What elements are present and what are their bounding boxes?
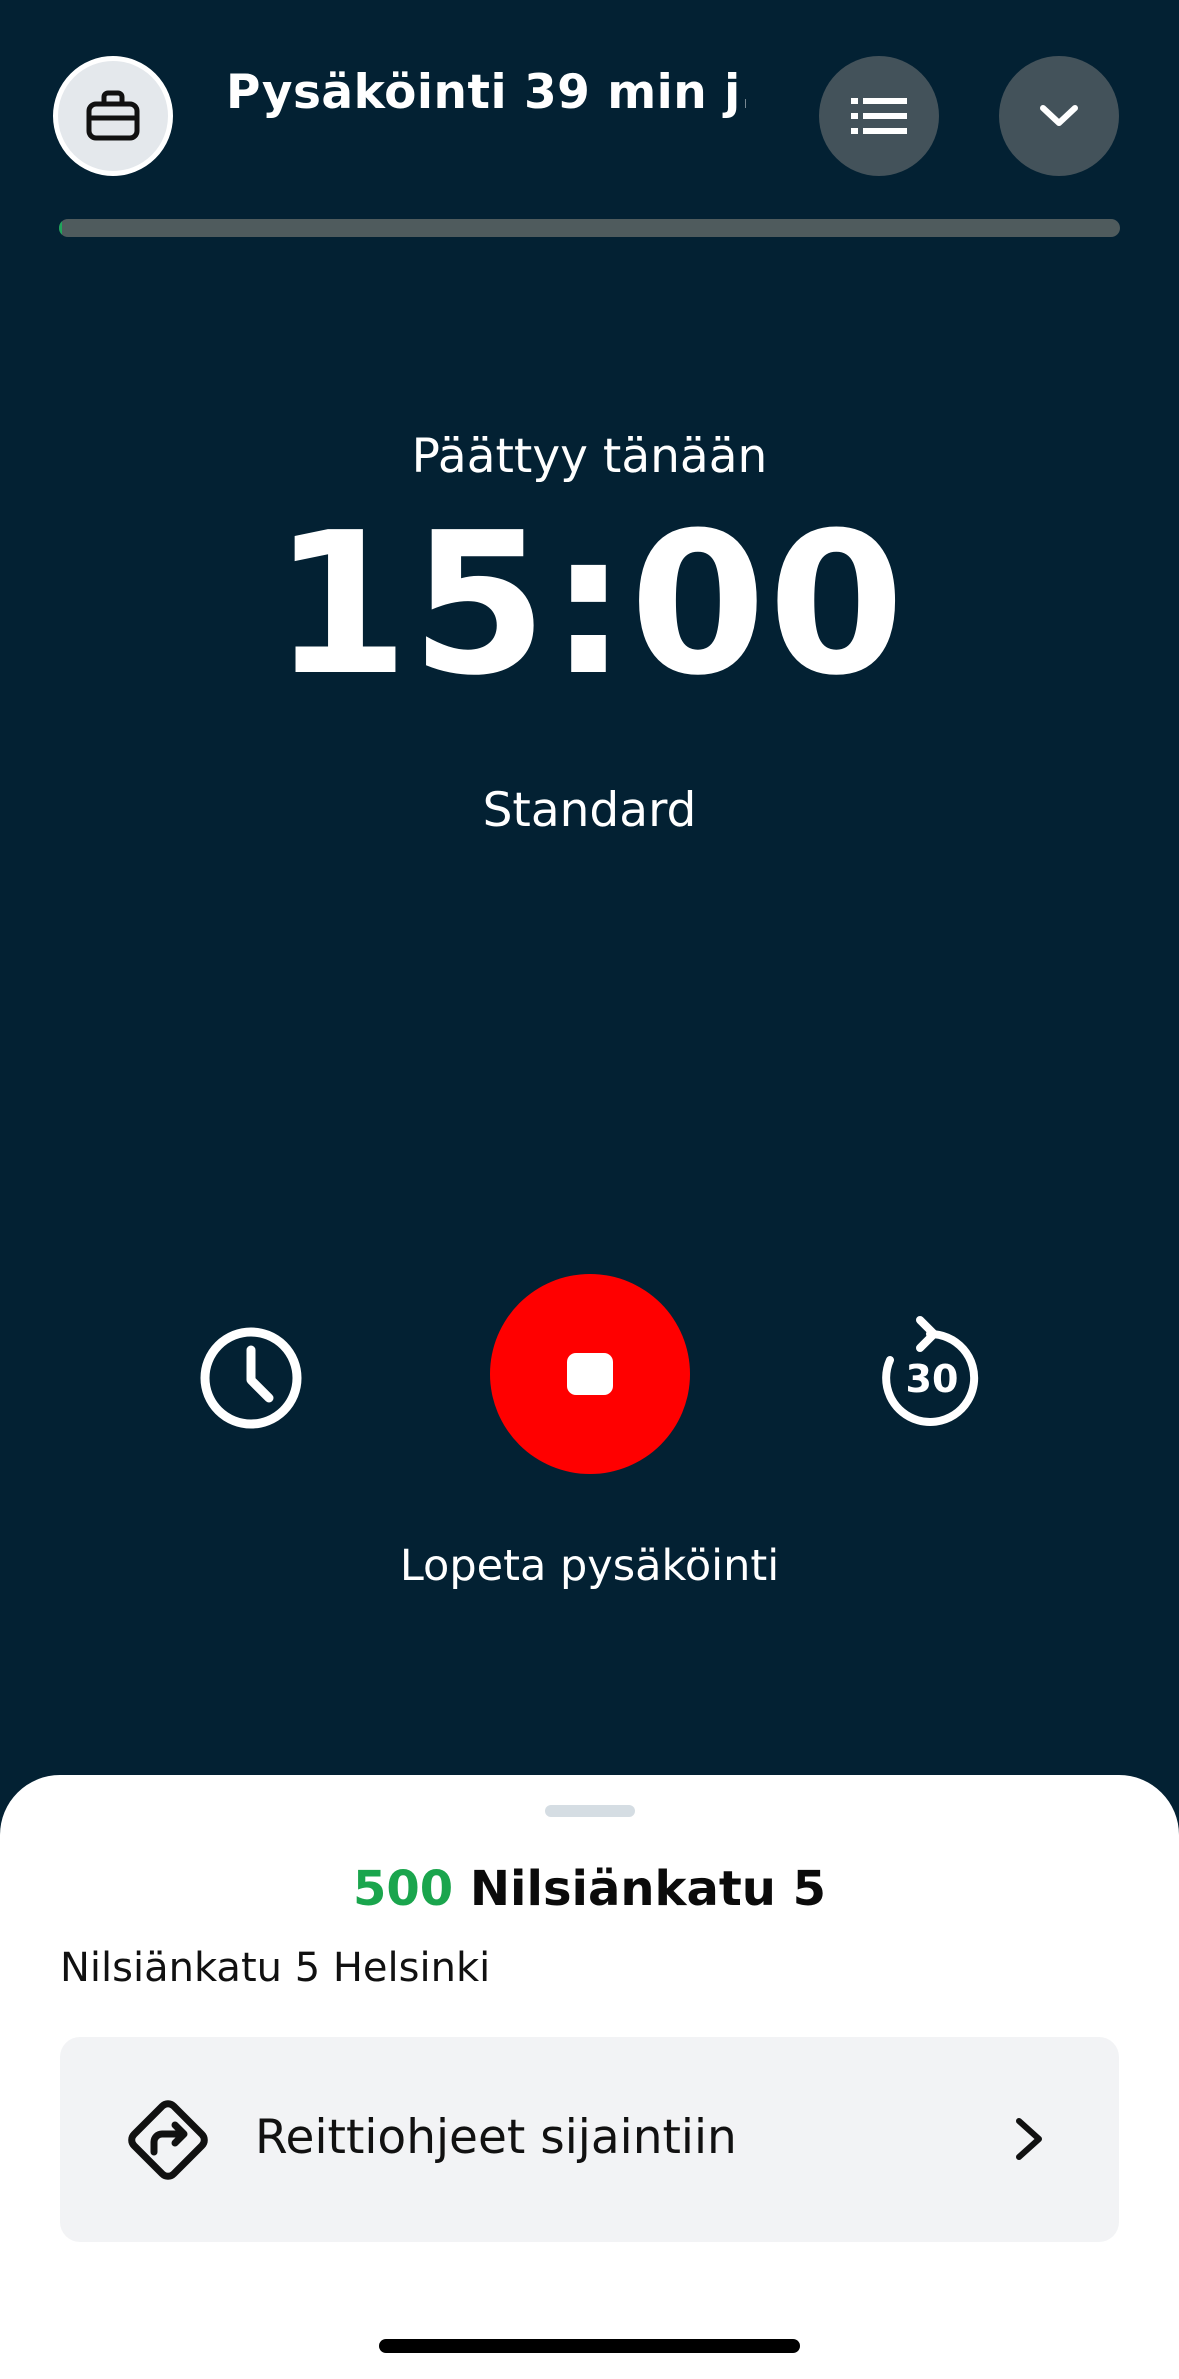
zone-address: Nilsiänkatu 5 Helsinki [60,1945,491,1991]
header: Pysäköinti 39 min j... [0,56,1179,176]
chevron-right-icon [1016,2118,1042,2160]
location-sheet: 500 Nilsiänkatu 5 Nilsiänkatu 5 Helsinki… [0,1775,1179,2379]
briefcase-button[interactable] [53,56,173,176]
list-icon [851,98,907,134]
session-progress-bar [59,219,1120,237]
chevron-down-icon [1040,105,1078,126]
directions-label: Reittiohjeet sijaintiin [255,2110,737,2165]
change-end-time-button[interactable] [191,1318,311,1438]
extend-30-button[interactable]: 30 [868,1312,992,1436]
session-title: Pysäköinti 39 min j... [226,65,746,120]
rotate-30-icon: 30 [882,1316,979,1426]
stop-icon [567,1353,613,1395]
stop-parking-button[interactable] [490,1274,690,1474]
directions-icon [128,2100,208,2180]
zone-name: Nilsiänkatu 5 [469,1861,827,1917]
stop-parking-label: Lopeta pysäköinti [399,1541,780,1591]
zone-type: Standard [482,783,697,838]
clock-icon [200,1327,302,1429]
zone-code: 500 [352,1861,454,1917]
extend-label: 30 [906,1357,959,1401]
parking-session-screen: Pysäköinti 39 min j... Päättyy tänään 15… [0,0,1179,2379]
sheet-handle[interactable] [545,1805,635,1817]
briefcase-icon [86,90,140,141]
end-time: 15:00 [272,491,907,719]
zone-title: 500 Nilsiänkatu 5 [0,1855,1179,1923]
collapse-button[interactable] [999,56,1119,176]
directions-button[interactable]: Reittiohjeet sijaintiin [60,2037,1119,2242]
session-progress-fill [59,219,63,237]
list-button[interactable] [819,56,939,176]
ends-label: Päättyy tänään [411,429,768,484]
home-indicator [379,2339,800,2353]
